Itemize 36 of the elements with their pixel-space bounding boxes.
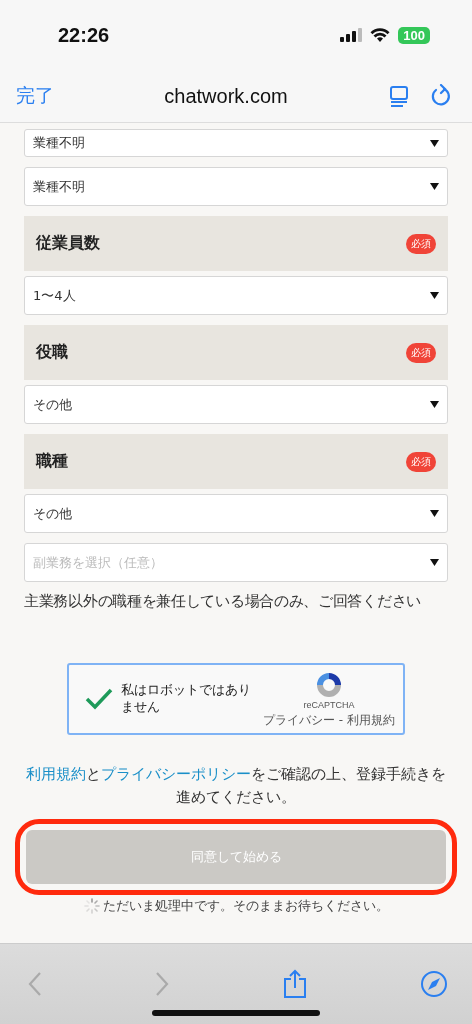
caret-icon <box>430 139 439 147</box>
select-field[interactable]: 業種不明 <box>24 129 448 157</box>
section-title: 職種 <box>36 451 68 472</box>
compass-icon[interactable] <box>420 970 448 998</box>
select-field[interactable]: その他 <box>24 494 448 533</box>
battery-indicator: 100 <box>398 26 430 44</box>
checkmark-icon[interactable] <box>85 688 113 710</box>
caret-icon <box>430 292 439 299</box>
select-field[interactable]: 1〜4人 <box>24 276 448 315</box>
section-title: 従業員数 <box>36 233 100 254</box>
caret-icon <box>430 510 439 517</box>
required-badge: 必須 <box>406 233 436 254</box>
processing-text: ただいま処理中です。そのままお待ちください。 <box>102 897 389 916</box>
select-field[interactable]: 業種不明 <box>24 167 448 206</box>
share-icon[interactable] <box>282 969 307 999</box>
reader-icon[interactable] <box>388 85 410 107</box>
terms-link[interactable]: 利用規約 <box>26 766 86 782</box>
hint-text: 主業務以外の職種を兼任している場合のみ、ご回答ください <box>24 592 422 611</box>
url-text: chatwork.com <box>163 84 289 108</box>
caret-icon <box>430 559 439 566</box>
recaptcha-brand: reCAPTCHA <box>303 699 355 710</box>
section-title: 役職 <box>36 342 68 363</box>
wifi-icon <box>370 28 391 42</box>
required-badge: 必須 <box>406 342 436 363</box>
reload-icon[interactable] <box>430 84 452 108</box>
caret-icon <box>430 401 439 408</box>
select-field[interactable]: その他 <box>24 385 448 424</box>
spinner-icon <box>83 898 100 915</box>
required-badge: 必須 <box>406 451 436 472</box>
signal-icon <box>340 28 363 42</box>
status-time: 22:26 <box>58 23 110 47</box>
caret-icon <box>430 183 439 190</box>
done-button[interactable]: 完了 <box>16 83 54 109</box>
terms-text: 利用規約 と プライバシーポリシー をご確認の上、登録手続きを進めてください。 <box>25 765 447 808</box>
captcha-label: 私はロボットではありません <box>121 682 252 716</box>
recaptcha-links[interactable]: プライバシー - 利用規約 <box>263 712 395 729</box>
